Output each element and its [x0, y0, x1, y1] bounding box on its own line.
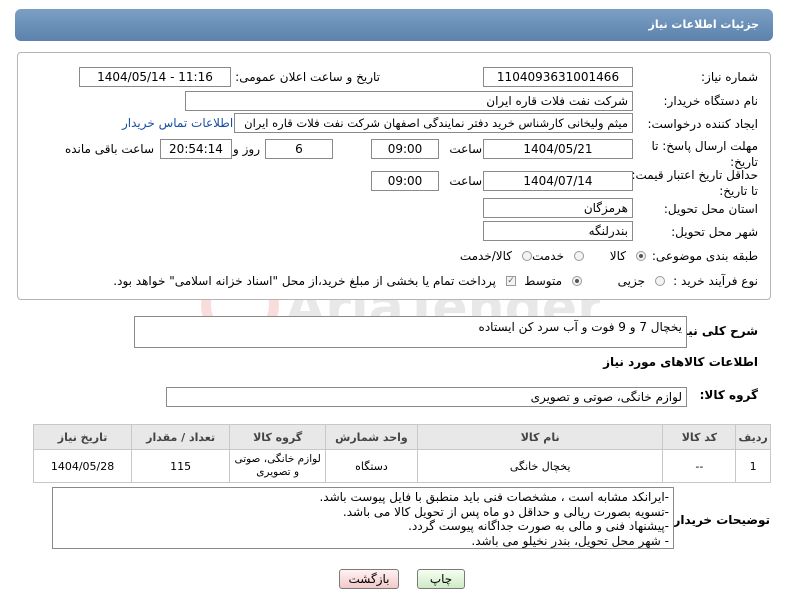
- cell-group: لوازم خانگی، صوتی و تصویری: [229, 449, 327, 483]
- category-option-goods-service: کالا/خدمت: [459, 249, 512, 263]
- process-label: نوع فرآیند خرید :: [673, 274, 758, 288]
- description-field[interactable]: یخچال 7 و 9 فوت و آب سرد کن ایستاده: [134, 316, 687, 348]
- back-button[interactable]: بازگشت: [339, 569, 399, 589]
- deadline-time-label: ساعت: [449, 142, 482, 156]
- goods-group-field[interactable]: لوازم خانگی، صوتی و تصویری: [166, 387, 687, 407]
- table-header-row: ردیف کد کالا نام کالا واحد شمارش گروه کا…: [32, 424, 771, 450]
- creator-field[interactable]: میثم ولیخانی کارشناس خرید دفتر نمایندگی …: [234, 113, 633, 133]
- creator-label: ایجاد کننده درخواست:: [647, 117, 758, 131]
- col-row: ردیف: [735, 424, 771, 450]
- cell-name: یخچال خانگی: [416, 449, 664, 483]
- price-time-field[interactable]: 09:00: [371, 171, 439, 191]
- category-option-goods: کالا: [609, 249, 626, 263]
- category-radio-goods[interactable]: [636, 251, 646, 261]
- buyer-notes-field[interactable]: -ایرانکد مشابه است ، مشخصات فنی باید منط…: [52, 487, 674, 549]
- col-date: تاریخ نیاز: [32, 424, 133, 450]
- price-validity-label: حداقل تاریخ اعتبار قیمت: تا تاریخ:: [631, 168, 758, 198]
- category-radio-goods-service[interactable]: [522, 251, 532, 261]
- deadline-time-field[interactable]: 09:00: [371, 139, 439, 159]
- announce-field[interactable]: 1404/05/14 - 11:16: [79, 67, 231, 87]
- page-header: جزئیات اطلاعات نیاز: [15, 9, 773, 41]
- table-row[interactable]: 1 -- یخچال خانگی دستگاه لوازم خانگی، صوت…: [32, 449, 771, 483]
- deadline-label: مهلت ارسال پاسخ: تا تاریخ:: [651, 139, 758, 169]
- payment-checkbox[interactable]: ✓: [506, 276, 516, 286]
- buyer-note-line: - شهر محل تحویل، بندر نخیلو می باشد.: [471, 533, 669, 548]
- category-label: طبقه بندی موضوعی:: [651, 249, 758, 263]
- col-name: نام کالا: [416, 424, 664, 450]
- category-option-service: خدمت: [532, 249, 564, 263]
- items-table: ردیف کد کالا نام کالا واحد شمارش گروه کا…: [32, 424, 771, 483]
- col-quantity: تعداد / مقدار: [131, 424, 231, 450]
- city-label: شهر محل تحویل:: [671, 225, 758, 239]
- process-option-minor: جزیی: [617, 274, 645, 288]
- buyer-org-field[interactable]: شرکت نفت فلات قاره ایران: [185, 91, 633, 111]
- cell-row: 1: [735, 449, 771, 483]
- process-radio-minor[interactable]: [655, 276, 665, 286]
- goods-group-label: گروه کالا:: [699, 388, 758, 402]
- province-label: استان محل تحویل:: [663, 202, 758, 216]
- process-radio-medium[interactable]: [572, 276, 582, 286]
- days-field[interactable]: 6: [265, 139, 333, 159]
- category-radio-service[interactable]: [574, 251, 584, 261]
- buyer-note-line: -پیشنهاد فنی و مالی به صورت جداگانه پیوس…: [408, 519, 669, 533]
- need-number-label: شماره نیاز:: [701, 70, 758, 84]
- col-code: کد کالا: [662, 424, 737, 450]
- cell-date: 1404/05/28: [32, 449, 133, 483]
- price-time-label: ساعت: [449, 174, 482, 188]
- province-field[interactable]: هرمزگان: [483, 198, 633, 218]
- remaining-label: ساعت باقی مانده: [64, 142, 154, 156]
- col-unit: واحد شمارش: [325, 424, 418, 450]
- announce-label: تاریخ و ساعت اعلان عمومی:: [235, 70, 380, 84]
- cell-unit: دستگاه: [325, 449, 418, 483]
- buyer-org-label: نام دستگاه خریدار:: [663, 94, 759, 108]
- need-number-field[interactable]: 1104093631001466: [483, 67, 633, 87]
- deadline-date-field[interactable]: 1404/05/21: [483, 139, 633, 159]
- process-option-medium: متوسط: [524, 274, 562, 288]
- buyer-notes-label: توضیحات خریدار:: [668, 513, 770, 527]
- print-button[interactable]: چاپ: [417, 569, 465, 589]
- remaining-time-field[interactable]: 20:54:14: [160, 139, 232, 159]
- col-group: گروه کالا: [229, 424, 327, 450]
- goods-section-title: اطلاعات کالاهای مورد نیاز: [603, 355, 758, 369]
- payment-note: پرداخت تمام یا بخشی از مبلغ خرید،از محل …: [113, 274, 496, 288]
- buyer-note-line: -تسویه بصورت ریالی و حداقل دو ماه پس از …: [342, 504, 669, 519]
- contact-buyer-link[interactable]: اطلاعات تماس خریدار: [122, 116, 233, 130]
- cell-quantity: 115: [131, 449, 231, 483]
- page-title: جزئیات اطلاعات نیاز: [648, 18, 760, 31]
- city-field[interactable]: بندرلنگه: [483, 221, 633, 241]
- price-date-field[interactable]: 1404/07/14: [483, 171, 633, 191]
- buyer-note-line: -ایرانکد مشابه است ، مشخصات فنی باید منط…: [319, 490, 669, 504]
- days-label: روز و: [233, 142, 260, 156]
- cell-code: --: [662, 449, 737, 483]
